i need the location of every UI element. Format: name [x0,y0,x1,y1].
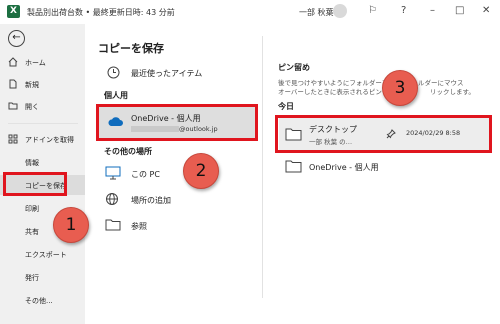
globe-icon [106,193,118,205]
sidebar-item-label: 印刷 [25,205,39,213]
folder-icon [285,160,302,173]
panel-divider [262,36,263,298]
excel-logo-icon: X [7,5,20,18]
sidebar-item-label: 発行 [25,274,39,282]
callout-3: 3 [382,70,418,106]
desktop-highlight [275,115,492,153]
user-name[interactable]: 一部 秋葉 [299,7,334,18]
maximize-icon[interactable]: □ [455,5,464,16]
location-label: 最近使ったアイテム [131,69,203,78]
sidebar-item-label: ホーム [25,59,46,67]
folder-onedrive[interactable]: OneDrive - 個人用 [279,155,489,177]
group-personal: 個人用 [104,91,128,100]
sidebar-divider [8,123,78,124]
sidebar-item-label: 情報 [25,159,39,167]
sidebar-item-label: 共有 [25,228,39,236]
location-label: 場所の追加 [131,196,171,205]
sidebar-item-label: アドインを取得 [25,136,74,144]
title-bar: X 製品別出荷台数 • 最終更新日時: 43 分前 一部 秋葉 ⚐ ? – □ … [0,0,500,24]
location-label: この PC [131,170,160,179]
sidebar-item-label: エクスポート [25,251,67,259]
group-other-places: その他の場所 [104,147,152,156]
document-title: 製品別出荷台数 • 最終更新日時: 43 分前 [27,8,175,17]
computer-icon [105,166,121,180]
sidebar-item-label: その他... [25,297,53,305]
sidebar-item-home[interactable]: ホーム [0,52,85,72]
sidebar-item-export[interactable]: エクスポート [0,244,85,264]
location-recent[interactable]: 最近使ったアイテム [98,63,258,83]
location-this-pc[interactable]: この PC [98,162,256,184]
new-file-icon [9,79,17,89]
sidebar-item-more[interactable]: その他... [0,290,85,310]
onedrive-highlight [96,104,258,141]
callout-1: 1 [53,207,89,243]
sidebar-item-open[interactable]: 開く [0,96,85,116]
help-icon[interactable]: ? [401,5,406,16]
sidebar-item-label: 新規 [25,81,39,89]
clock-icon [107,66,120,79]
location-label: 参照 [131,222,147,231]
open-folder-icon [8,102,18,110]
location-add-place[interactable]: 場所の追加 [98,188,256,210]
close-icon[interactable]: ✕ [482,5,490,16]
page-title: コピーを保存 [98,42,164,55]
location-browse[interactable]: 参照 [98,214,256,236]
back-arrow-icon[interactable]: ← [8,30,25,47]
sidebar-item-info[interactable]: 情報 [0,152,85,172]
pinned-title: ピン留め [278,63,310,72]
folder-name: OneDrive - 個人用 [309,163,379,172]
sidebar-item-new[interactable]: 新規 [0,74,85,94]
minimize-icon[interactable]: – [430,5,435,16]
sidebar-item-label: 開く [25,103,39,111]
addin-grid-icon [8,134,18,144]
feedback-icon[interactable]: ⚐ [368,5,377,16]
callout-2: 2 [183,153,219,189]
pinned-description-4: リックします。 [430,88,475,96]
avatar[interactable] [333,4,347,18]
save-copy-highlight [3,172,67,196]
sidebar-item-addins[interactable]: アドインを取得 [0,129,85,149]
sidebar-item-publish[interactable]: 発行 [0,267,85,287]
pinned-description-3: オーバーしたときに表示されるピン [278,88,382,96]
folder-icon [105,219,121,231]
home-icon [8,57,18,67]
today-heading: 今日 [278,102,294,111]
